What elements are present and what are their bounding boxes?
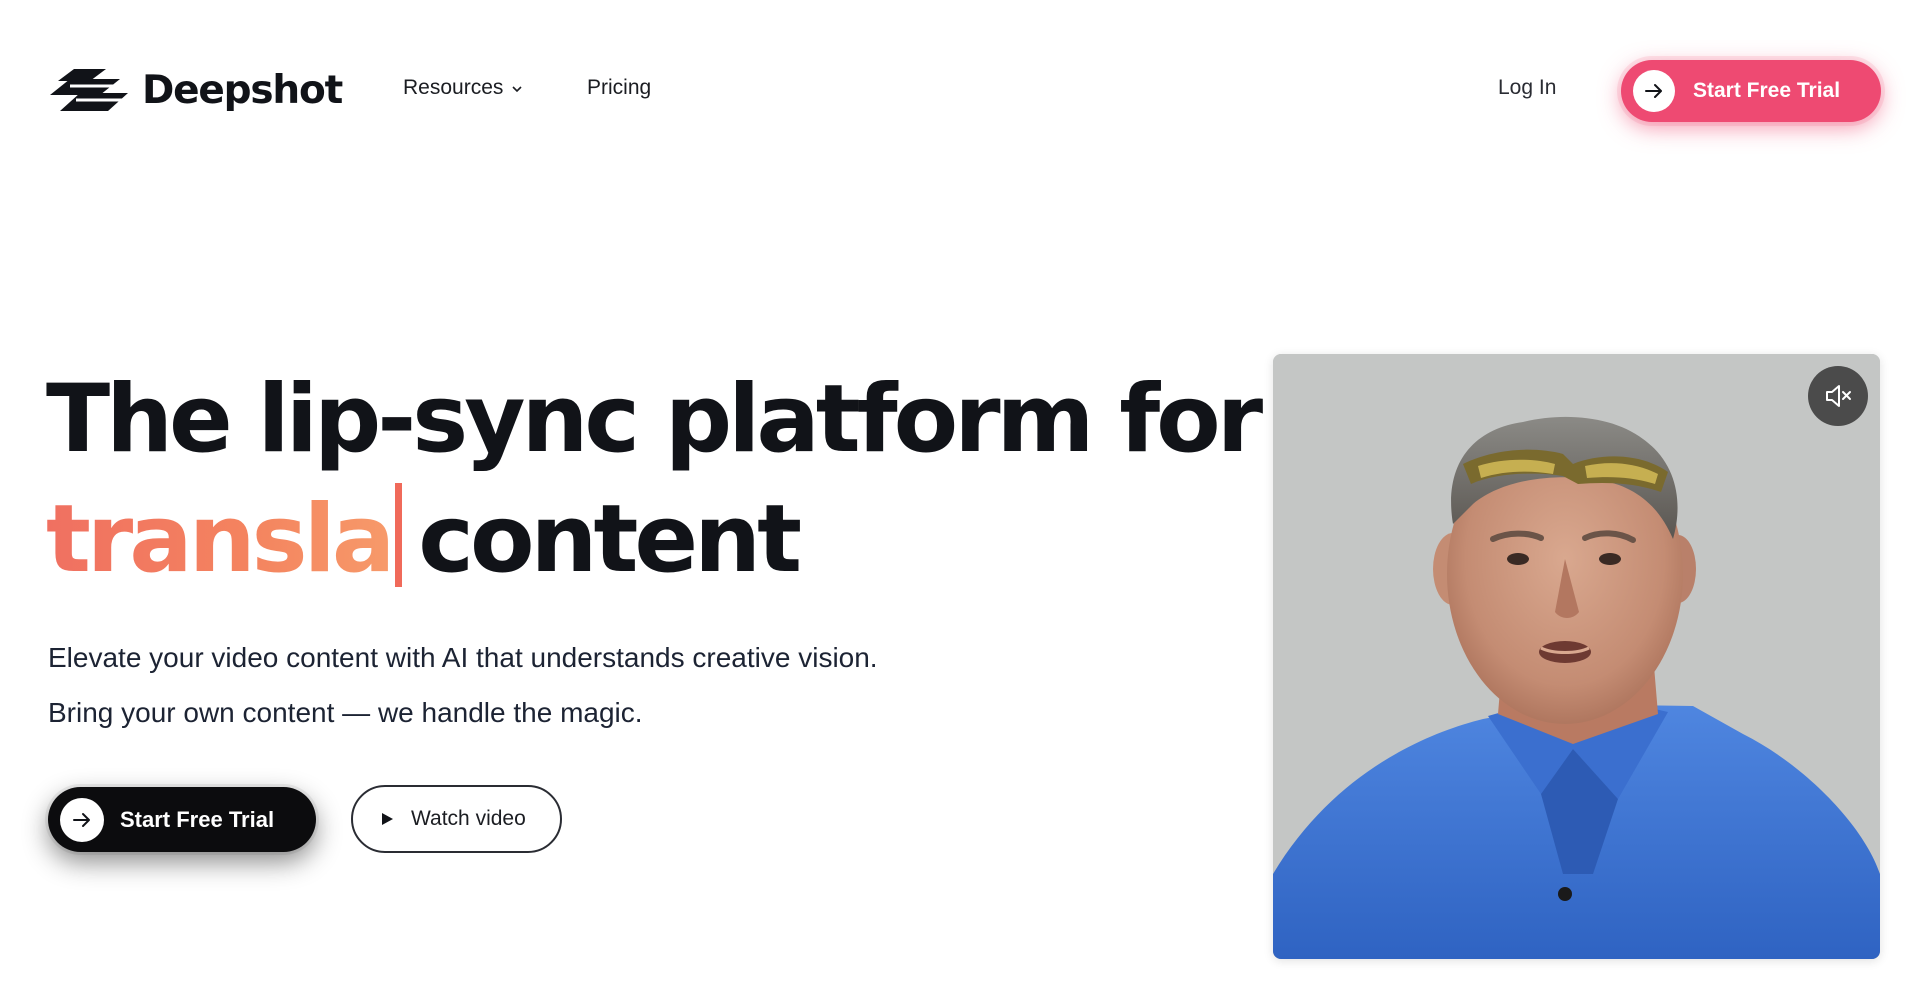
nav-resources-label: Resources [403, 76, 504, 99]
brand-name: Deepshot [142, 67, 343, 113]
hero-typed-word: transla [46, 485, 395, 594]
typing-caret [395, 483, 403, 587]
speaker-muted-icon [1826, 385, 1851, 407]
hero-subtitle-line-1: Elevate your video content with AI that … [48, 642, 878, 673]
deepshot-logo-icon [50, 69, 128, 111]
play-icon [382, 813, 393, 825]
landing-page: Deepshot Resources Pricing Log In Start … [0, 0, 1920, 1008]
login-link[interactable]: Log In [1498, 76, 1556, 100]
hero-title-rest: content [418, 485, 802, 594]
arrow-right-icon [1633, 70, 1675, 112]
header-cta-label: Start Free Trial [1693, 79, 1841, 102]
top-navigation: Deepshot Resources Pricing Log In Start … [0, 0, 1920, 184]
chevron-down-icon [512, 86, 522, 93]
hero-title-line-1: The lip-sync platform for [46, 365, 1263, 474]
watch-video-label: Watch video [411, 807, 526, 830]
demo-video-player[interactable] [1273, 354, 1880, 959]
hero-subtitle: Elevate your video content with AI that … [48, 630, 1148, 740]
hero-title-line-2: transla content [46, 480, 1246, 600]
header-start-free-trial-button[interactable]: Start Free Trial [1621, 60, 1881, 122]
mute-toggle-button[interactable] [1808, 366, 1868, 426]
hero-start-free-trial-button[interactable]: Start Free Trial [48, 787, 316, 852]
brand-logo[interactable]: Deepshot [48, 64, 343, 116]
arrow-right-icon [60, 797, 104, 842]
hero-title: The lip-sync platform for transla content [46, 360, 1263, 600]
video-frame-person [1273, 354, 1880, 959]
nav-pricing-link[interactable]: Pricing [587, 76, 651, 100]
hero-subtitle-line-2: Bring your own content — we handle the m… [48, 697, 643, 728]
hero-cta-label: Start Free Trial [120, 806, 275, 832]
nav-resources-dropdown[interactable]: Resources [403, 76, 523, 100]
watch-video-button[interactable]: Watch video [351, 785, 562, 853]
